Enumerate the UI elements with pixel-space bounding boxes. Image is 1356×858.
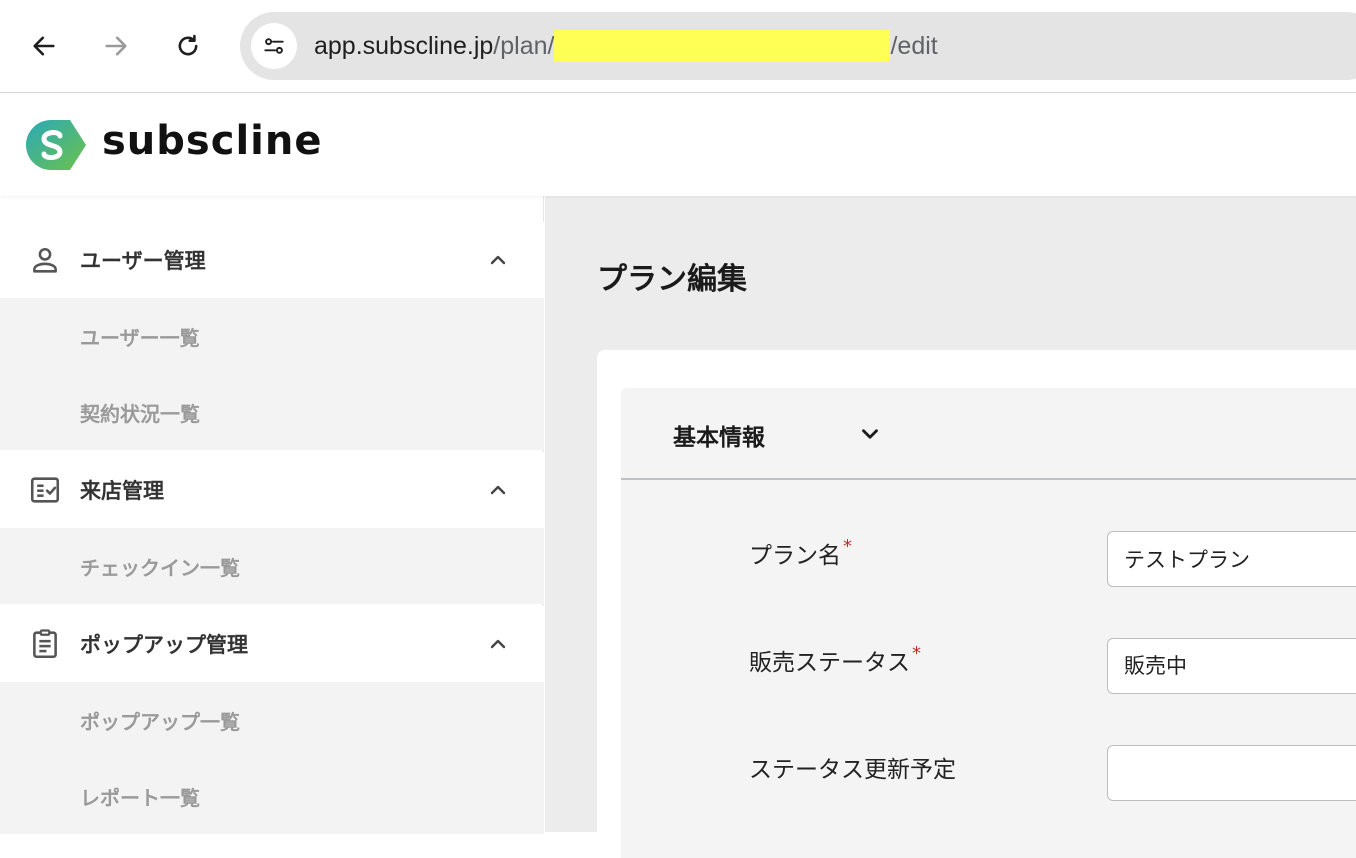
sidebar-item-checkin-list[interactable]: チェックイン一覧 <box>0 528 544 604</box>
sidebar-item-label: レポート一覧 <box>80 785 200 810</box>
sidebar-item-popup-list[interactable]: ポップアップ一覧 <box>0 682 544 758</box>
tune-icon <box>264 38 284 54</box>
sidebar-group-popup-management[interactable]: ポップアップ管理 <box>0 606 544 682</box>
plan-name-label: プラン名 * <box>749 536 852 570</box>
basic-info-toggle[interactable]: 基本情報 <box>621 388 1356 480</box>
app-header: subscline <box>0 94 1356 196</box>
sidebar-group-label: 来店管理 <box>80 479 164 503</box>
sidebar-item-label: 契約状況一覧 <box>80 401 200 426</box>
required-mark: * <box>843 536 852 557</box>
field-label-text: 販売ステータス <box>749 650 910 676</box>
url-path-suffix: /edit <box>890 32 938 60</box>
chevron-down-icon <box>862 429 878 439</box>
sales-status-value: 販売中 <box>1124 654 1187 678</box>
site-info-button[interactable] <box>251 23 297 69</box>
basic-info-section: 基本情報 プラン名* 販売ステータス* 販売中 ステータス更新予定 <box>621 388 1356 858</box>
subscline-logo-icon <box>26 120 86 170</box>
person-icon <box>33 247 57 273</box>
url-text: app.subscline.jp /plan/ /edit <box>314 12 938 80</box>
required-mark: * <box>912 643 921 664</box>
chevron-up-icon <box>490 255 506 265</box>
section-title: 基本情報 <box>673 425 765 451</box>
sidebar-group-label: ポップアップ管理 <box>80 633 248 657</box>
chevron-up-icon <box>490 485 506 495</box>
sidebar: ユーザー管理 ユーザー一覧 契約状況一覧 来店管理 チェックイン一覧 ポップアッ… <box>0 196 544 834</box>
sidebar-group-user-management[interactable]: ユーザー管理 <box>0 222 544 298</box>
forward-button[interactable] <box>94 24 138 68</box>
url-redaction <box>554 30 891 62</box>
plan-name-input[interactable] <box>1107 531 1356 587</box>
arrow-left-icon <box>33 36 55 56</box>
status-update-schedule-input[interactable] <box>1107 745 1356 801</box>
sidebar-group-label: ユーザー管理 <box>80 249 206 273</box>
sidebar-item-user-list[interactable]: ユーザー一覧 <box>0 298 544 374</box>
back-button[interactable] <box>22 24 66 68</box>
sidebar-item-label: ユーザー一覧 <box>80 325 200 350</box>
sidebar-item-report-list[interactable]: レポート一覧 <box>0 758 544 834</box>
chevron-up-icon <box>490 639 506 649</box>
sidebar-item-label: ポップアップ一覧 <box>80 709 240 734</box>
field-label-text: ステータス更新予定 <box>749 757 956 783</box>
page-title: プラン編集 <box>597 262 747 297</box>
sidebar-item-contract-status[interactable]: 契約状況一覧 <box>0 374 544 450</box>
address-bar[interactable]: app.subscline.jp /plan/ /edit <box>240 12 1356 80</box>
url-path-prefix: /plan/ <box>493 32 555 60</box>
arrow-right-icon <box>105 36 127 56</box>
field-label-text: プラン名 <box>749 543 841 569</box>
reload-icon <box>178 34 198 56</box>
reload-button[interactable] <box>166 24 210 68</box>
sidebar-group-visit-management[interactable]: 来店管理 <box>0 452 544 528</box>
sales-status-select[interactable]: 販売中 <box>1107 638 1356 694</box>
form-card: 基本情報 プラン名* 販売ステータス* 販売中 ステータス更新予定 <box>597 350 1356 858</box>
status-update-schedule-label: ステータス更新予定 <box>749 750 956 784</box>
clipboard-icon <box>33 629 57 659</box>
logo-wordmark: subscline <box>102 118 323 164</box>
sales-status-label: 販売ステータス * <box>749 643 921 677</box>
main-content: プラン編集 基本情報 プラン名* 販売ステータス* 販売中 <box>545 196 1356 858</box>
url-host: app.subscline.jp <box>314 32 494 60</box>
checklist-icon <box>30 477 60 503</box>
sidebar-item-label: チェックイン一覧 <box>80 555 240 580</box>
browser-toolbar: app.subscline.jp /plan/ /edit <box>0 0 1356 93</box>
